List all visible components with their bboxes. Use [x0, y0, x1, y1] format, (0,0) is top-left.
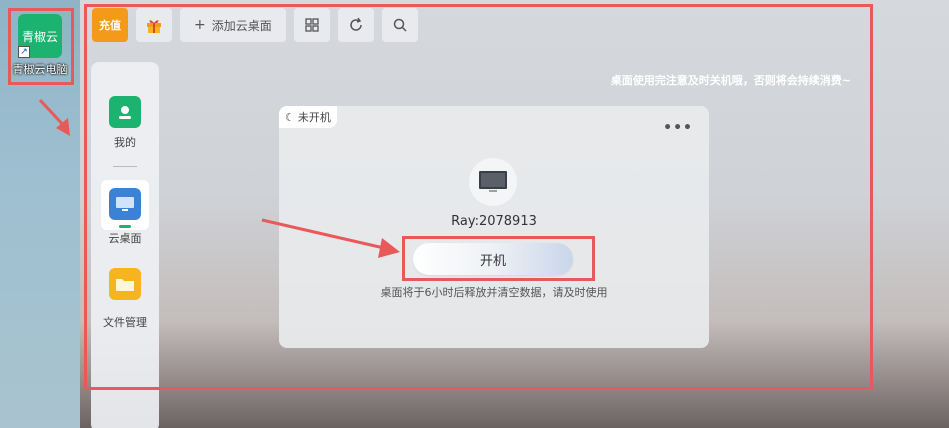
annotation-arrow-icon: [261, 218, 400, 258]
highlight-box-power-on: [402, 236, 595, 281]
highlight-box-shortcut: [8, 8, 74, 85]
annotation-arrow-icon: [38, 98, 70, 136]
highlight-box-app: [84, 4, 873, 390]
